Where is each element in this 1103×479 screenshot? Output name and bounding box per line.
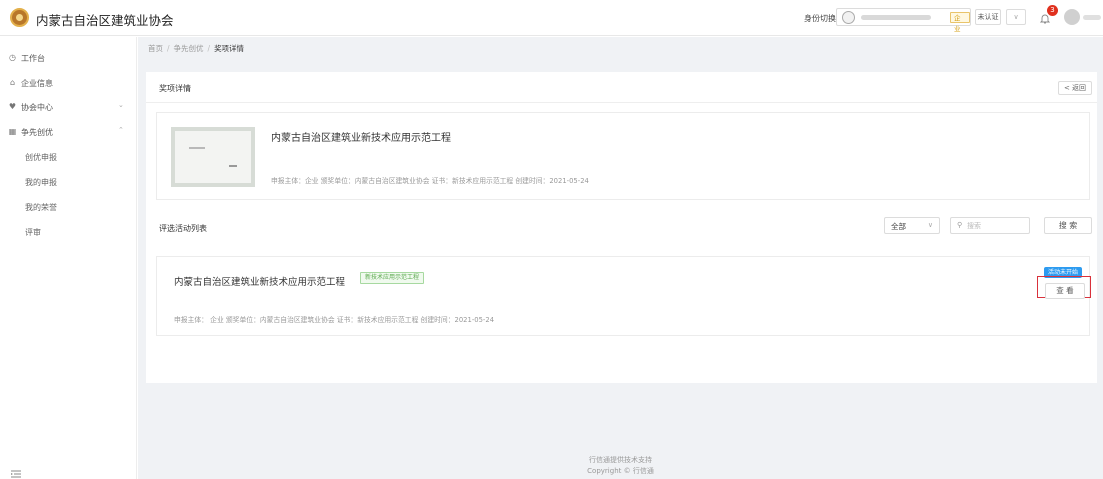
footer-support-text: 行信通提供技术支持	[589, 456, 652, 464]
identity-switch-select[interactable]: 企业	[836, 8, 971, 33]
top-header: 内蒙古自治区建筑业协会 身份切换: 企业 未认证 ∨ 3	[0, 0, 1103, 36]
chevron-down-icon: ∨	[927, 221, 933, 229]
sidebar: ◷ 工作台 ⌂ 企业信息 ♥ 协会中心 ⌄ ▦ 争先创优 ⌃ 创优申报 我的申报…	[0, 37, 137, 479]
sidebar-subitem-review[interactable]: 评审	[0, 220, 137, 244]
sidebar-item-dashboard[interactable]: ◷ 工作台	[0, 46, 137, 70]
chevron-up-icon: ⌃	[118, 126, 124, 134]
view-button[interactable]: 查 看	[1045, 283, 1085, 299]
identity-name-redacted	[861, 15, 931, 20]
chevron-down-icon: ⌄	[118, 101, 124, 109]
identity-switch-label: 身份切换:	[804, 14, 839, 23]
back-button[interactable]: < 返回	[1058, 81, 1092, 95]
user-name-redacted	[1083, 15, 1101, 20]
breadcrumb: 首页 / 争先创优 / 奖项详情	[148, 44, 245, 53]
sidebar-item-excellence[interactable]: ▦ 争先创优 ⌃	[0, 120, 137, 144]
sidebar-subitem-apply[interactable]: 创优申报	[0, 145, 137, 169]
award-title: 内蒙古自治区建筑业新技术应用示范工程	[271, 133, 451, 144]
sidebar-subitem-my-honors[interactable]: 我的荣誉	[0, 195, 137, 219]
chevron-down-icon[interactable]: ∨	[1006, 9, 1026, 25]
app-title: 内蒙古自治区建筑业协会	[36, 13, 174, 28]
breadcrumb-parent[interactable]: 争先创优	[174, 44, 204, 53]
user-avatar[interactable]	[1064, 9, 1080, 25]
heart-icon: ♥	[8, 102, 17, 111]
identity-avatar-icon	[842, 11, 855, 24]
sidebar-subitem-my-applications[interactable]: 我的申报	[0, 170, 137, 194]
association-logo-icon	[10, 8, 29, 27]
award-card: 内蒙古自治区建筑业新技术应用示范工程 申报主体：企业 颁奖单位：内蒙古自治区建筑…	[156, 112, 1090, 200]
building-icon: ⌂	[9, 78, 16, 87]
sidebar-item-company-info[interactable]: ⌂ 企业信息	[0, 71, 137, 95]
main-content: 首页 / 争先创优 / 奖项详情 奖项详情 < 返回 内蒙古自治区建筑业新技术应用示范工…	[138, 37, 1103, 479]
identity-type-tag: 企业	[950, 12, 970, 33]
notification-badge: 3	[1047, 5, 1058, 16]
breadcrumb-home[interactable]: 首页	[148, 44, 163, 53]
activity-filter-select[interactable]: 全部 ∨	[884, 217, 940, 234]
auth-status-button[interactable]: 未认证	[975, 9, 1001, 25]
search-input[interactable]: ⚲ 搜索	[950, 217, 1030, 234]
sidebar-item-association-center[interactable]: ♥ 协会中心 ⌄	[0, 95, 137, 119]
award-detail-panel: 奖项详情 < 返回 内蒙古自治区建筑业新技术应用示范工程 申报主体：企业 颁奖单…	[146, 72, 1097, 383]
award-meta: 申报主体：企业 颁奖单位：内蒙古自治区建筑业协会 证书：新技术应用示范工程 创建…	[271, 177, 589, 185]
footer-copyright: Copyright © 行信通	[587, 467, 654, 475]
activity-list-title: 评选活动列表	[159, 224, 207, 233]
search-button[interactable]: 搜 索	[1044, 217, 1092, 234]
footer: 行信通提供技术支持 Copyright © 行信通	[138, 455, 1103, 477]
dashboard-icon: ◷	[9, 53, 16, 62]
activity-list-item: 内蒙古自治区建筑业新技术应用示范工程 新技术应用示范工程 活动未开始 查 看 申…	[156, 256, 1091, 336]
activity-title: 内蒙古自治区建筑业新技术应用示范工程	[174, 277, 346, 288]
menu-collapse-icon[interactable]	[10, 469, 22, 479]
certificate-thumbnail[interactable]	[171, 127, 255, 187]
activity-meta: 申报主体： 企业 颁奖单位：内蒙古自治区建筑业协会 证书：新技术应用示范工程 创…	[174, 316, 495, 324]
search-icon: ⚲	[957, 221, 963, 229]
breadcrumb-current: 奖项详情	[214, 44, 245, 53]
activity-category-tag: 新技术应用示范工程	[360, 272, 425, 284]
grid-icon: ▦	[8, 127, 17, 136]
award-detail-title: 奖项详情	[159, 84, 191, 93]
